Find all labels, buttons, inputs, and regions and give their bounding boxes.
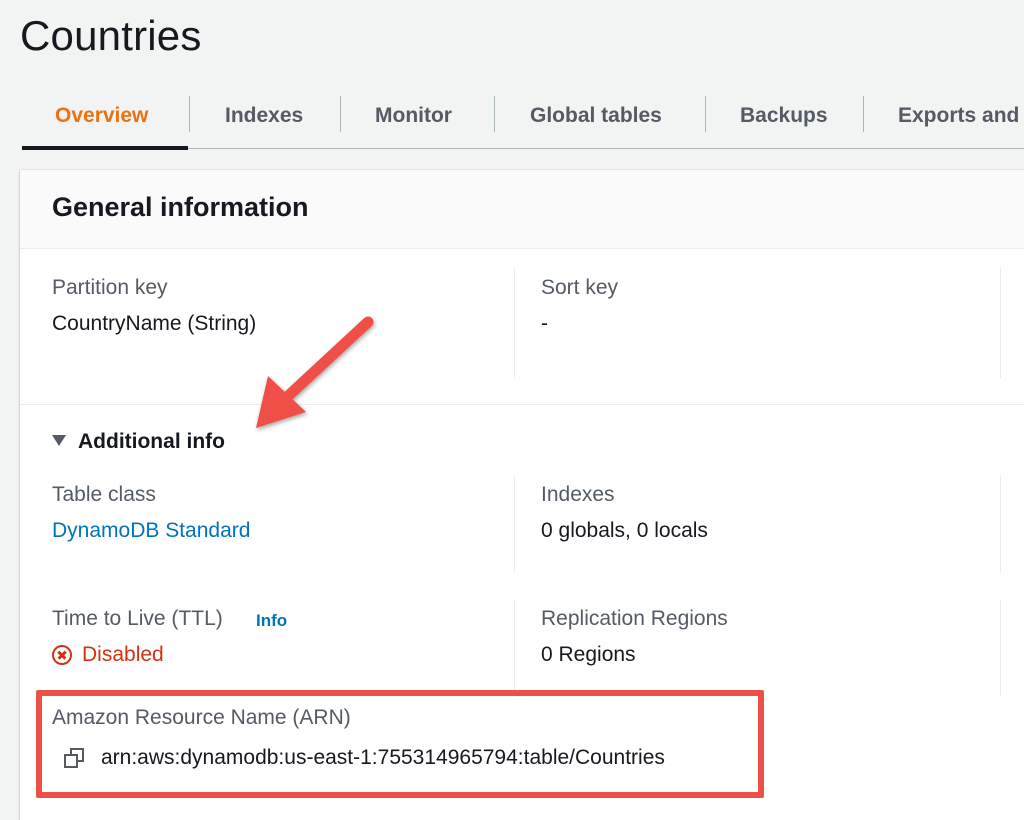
- additional-info-label: Additional info: [78, 430, 225, 453]
- tab-separator: [189, 96, 190, 132]
- ttl-label: Time to Live (TTL): [52, 607, 223, 630]
- ttl-info-link[interactable]: Info: [256, 611, 287, 631]
- ttl-status: Disabled: [52, 643, 164, 667]
- column-divider: [1000, 476, 1001, 572]
- column-divider: [514, 600, 515, 696]
- table-class-link[interactable]: DynamoDB Standard: [52, 519, 250, 543]
- tab-exports[interactable]: Exports and: [898, 90, 1019, 146]
- column-divider: [514, 476, 515, 572]
- arn-label: Amazon Resource Name (ARN): [52, 706, 351, 729]
- tab-bar: Overview Indexes Monitor Global tables B…: [22, 90, 1024, 150]
- active-tab-indicator: [22, 146, 188, 150]
- tab-separator: [705, 96, 706, 132]
- indexes-label: Indexes: [541, 483, 615, 506]
- tab-global-tables[interactable]: Global tables: [530, 90, 662, 146]
- error-circle-icon: [52, 645, 72, 665]
- tab-separator: [494, 96, 495, 132]
- sort-key-label: Sort key: [541, 276, 619, 299]
- additional-info-toggle[interactable]: Additional info: [52, 430, 225, 460]
- page-title: Countries: [20, 12, 202, 59]
- partition-key-label: Partition key: [52, 276, 168, 299]
- tab-separator: [863, 96, 864, 132]
- ttl-status-text: Disabled: [82, 643, 164, 666]
- section-divider: [20, 404, 1024, 405]
- column-divider: [1000, 268, 1001, 378]
- caret-down-icon: [52, 435, 66, 447]
- arn-value: arn:aws:dynamodb:us-east-1:755314965794:…: [101, 746, 665, 769]
- panel-header: General information: [20, 170, 1024, 249]
- column-divider: [514, 268, 515, 378]
- copy-icon[interactable]: [64, 748, 86, 770]
- tab-monitor[interactable]: Monitor: [375, 90, 452, 146]
- indexes-value: 0 globals, 0 locals: [541, 519, 708, 542]
- panel-title: General information: [52, 192, 309, 222]
- general-information-panel: General information Partition key Countr…: [20, 170, 1024, 820]
- replication-value: 0 Regions: [541, 643, 636, 666]
- sort-key-value: -: [541, 312, 548, 335]
- tab-separator: [340, 96, 341, 132]
- column-divider: [1000, 600, 1001, 696]
- tab-overview[interactable]: Overview: [55, 90, 148, 146]
- partition-key-value: CountryName (String): [52, 312, 257, 335]
- tab-backups[interactable]: Backups: [740, 90, 828, 146]
- table-class-label: Table class: [52, 483, 156, 506]
- tab-indexes[interactable]: Indexes: [225, 90, 303, 146]
- replication-label: Replication Regions: [541, 607, 728, 630]
